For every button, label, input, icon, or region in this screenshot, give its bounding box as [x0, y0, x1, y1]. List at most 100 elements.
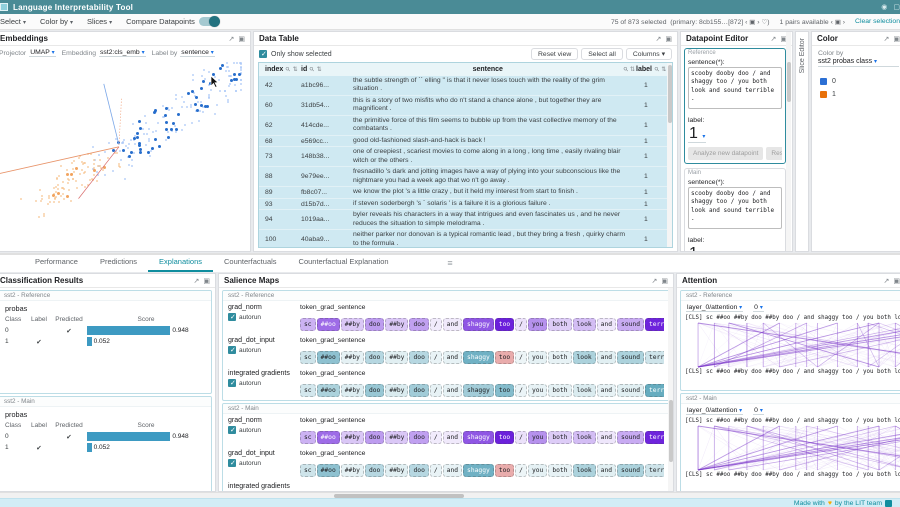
- salience-token-chip[interactable]: and: [443, 431, 462, 444]
- salience-token-chip[interactable]: shaggy: [463, 318, 494, 331]
- salience-token-chip[interactable]: ##by: [341, 464, 364, 477]
- tab-performance[interactable]: Performance: [24, 254, 89, 272]
- salience-token-chip[interactable]: ##by: [341, 351, 364, 364]
- salience-token-chip[interactable]: both: [548, 318, 571, 331]
- color-by-menu[interactable]: Color by ▾: [40, 17, 73, 26]
- salience-token-chip[interactable]: you: [528, 464, 547, 477]
- salience-token-chip[interactable]: doo: [409, 431, 428, 444]
- salience-token-chip[interactable]: and: [597, 318, 616, 331]
- salience-token-chip[interactable]: doo: [409, 464, 428, 477]
- reference-sentence-input[interactable]: scooby dooby doo / and shaggy too / you …: [688, 67, 782, 109]
- salience-token-chip[interactable]: look: [573, 431, 596, 444]
- table-row[interactable]: 941019aa...byler reveals his characters …: [259, 210, 672, 230]
- salience-token-chip[interactable]: sound: [617, 351, 644, 364]
- link-icon[interactable]: ◉: [881, 3, 887, 11]
- salience-token-chip[interactable]: /: [515, 384, 527, 397]
- salience-token-chip[interactable]: doo: [409, 351, 428, 364]
- salience-token-chip[interactable]: doo: [409, 384, 428, 397]
- tab-explanations[interactable]: Explanations: [148, 254, 213, 272]
- head-select[interactable]: 0 ▾: [753, 407, 764, 415]
- salience-token-chip[interactable]: and: [597, 464, 616, 477]
- analyze-new-datapoint-button[interactable]: Analyze new datapoint: [688, 147, 763, 160]
- salience-token-chip[interactable]: both: [548, 351, 571, 364]
- grid-icon[interactable]: ▢: [893, 3, 900, 11]
- salience-token-chip[interactable]: and: [597, 384, 616, 397]
- table-row[interactable]: 62414cde...the primitive force of this f…: [259, 116, 672, 136]
- salience-token-chip[interactable]: too: [495, 464, 514, 477]
- salience-token-chip[interactable]: doo: [365, 431, 384, 444]
- maximize-icon[interactable]: ▣: [661, 277, 668, 285]
- salience-token-chip[interactable]: ##by: [385, 384, 408, 397]
- salience-token-chip[interactable]: ##oo: [317, 431, 340, 444]
- salience-token-chip[interactable]: doo: [365, 464, 384, 477]
- popout-icon[interactable]: ↗: [194, 277, 200, 285]
- reset-button[interactable]: Reset: [766, 147, 782, 160]
- popout-icon[interactable]: ↗: [771, 35, 777, 43]
- autorun-checkbox[interactable]: [228, 426, 236, 434]
- salience-token-chip[interactable]: ##by: [385, 464, 408, 477]
- salience-token-chip[interactable]: /: [515, 431, 527, 444]
- embedding-scatterplot[interactable]: [0, 58, 250, 251]
- bottom-horizontal-scrollbar[interactable]: [0, 492, 900, 498]
- reset-view-button[interactable]: Reset view: [531, 48, 578, 60]
- salience-token-chip[interactable]: too: [495, 384, 514, 397]
- color-by-select[interactable]: sst2 probas class ▾: [818, 58, 899, 67]
- reference-label-select[interactable]: 1 ▾: [688, 125, 706, 143]
- salience-token-chip[interactable]: /: [430, 318, 442, 331]
- salience-token-chip[interactable]: too: [495, 318, 514, 331]
- clear-selection-button[interactable]: Clear selection: [855, 18, 900, 25]
- salience-token-chip[interactable]: /: [515, 464, 527, 477]
- salience-token-chip[interactable]: /: [515, 318, 527, 331]
- salience-token-chip[interactable]: /: [430, 384, 442, 397]
- autorun-checkbox[interactable]: [228, 459, 236, 467]
- search-icon[interactable]: ⚲: [622, 65, 630, 73]
- popout-icon[interactable]: ↗: [229, 35, 235, 43]
- salience-token-chip[interactable]: both: [548, 431, 571, 444]
- table-scrollbar[interactable]: [667, 63, 672, 247]
- prev-datapoint-button[interactable]: ‹: [745, 19, 747, 26]
- salience-token-chip[interactable]: look: [573, 384, 596, 397]
- tab-counterfactuals[interactable]: Counterfactuals: [213, 254, 288, 272]
- salience-token-chip[interactable]: and: [597, 351, 616, 364]
- only-show-selected-checkbox[interactable]: [259, 50, 267, 58]
- salience-token-chip[interactable]: terrible: [645, 431, 664, 444]
- next-datapoint-button[interactable]: ›: [757, 19, 759, 26]
- target-icon[interactable]: ▣: [749, 19, 755, 26]
- salience-token-chip[interactable]: shaggy: [463, 431, 494, 444]
- autorun-checkbox[interactable]: [228, 313, 236, 321]
- maximize-icon[interactable]: ▣: [665, 35, 672, 43]
- salience-token-chip[interactable]: shaggy: [463, 351, 494, 364]
- maximize-icon[interactable]: ▣: [893, 277, 900, 285]
- salience-token-chip[interactable]: terrible: [645, 464, 664, 477]
- salience-token-chip[interactable]: look: [573, 318, 596, 331]
- columns-button[interactable]: Columns ▾: [626, 48, 672, 60]
- salience-token-chip[interactable]: /: [430, 351, 442, 364]
- salience-token-chip[interactable]: doo: [409, 318, 428, 331]
- autorun-checkbox[interactable]: [228, 346, 236, 354]
- salience-token-chip[interactable]: sound: [617, 464, 644, 477]
- main-sentence-input[interactable]: scooby dooby doo / and shaggy too / you …: [688, 187, 782, 229]
- salience-token-chip[interactable]: sc: [300, 318, 316, 331]
- table-row[interactable]: 68e569cc...good old-fashioned slash-and-…: [259, 136, 672, 147]
- tab-predictions[interactable]: Predictions: [89, 254, 148, 272]
- salience-token-chip[interactable]: both: [548, 464, 571, 477]
- salience-token-chip[interactable]: and: [443, 318, 462, 331]
- salience-token-chip[interactable]: doo: [365, 384, 384, 397]
- salience-token-chip[interactable]: look: [573, 464, 596, 477]
- salience-token-chip[interactable]: ##oo: [317, 464, 340, 477]
- salience-token-chip[interactable]: sc: [300, 464, 316, 477]
- salience-token-chip[interactable]: shaggy: [463, 384, 494, 397]
- label-by-select[interactable]: sentence ▾: [180, 49, 215, 57]
- salience-token-chip[interactable]: ##oo: [317, 384, 340, 397]
- salience-token-chip[interactable]: ##by: [385, 431, 408, 444]
- slice-editor-collapsed[interactable]: Slice Editor: [795, 31, 809, 252]
- sort-icon[interactable]: ⇅: [661, 66, 666, 73]
- salience-token-chip[interactable]: shaggy: [463, 464, 494, 477]
- salience-token-chip[interactable]: too: [495, 431, 514, 444]
- maximize-icon[interactable]: ▣: [238, 35, 245, 43]
- salience-token-chip[interactable]: /: [515, 351, 527, 364]
- search-icon[interactable]: ⚲: [308, 65, 316, 73]
- splitter-drag-handle[interactable]: ≡: [447, 258, 452, 268]
- salience-token-chip[interactable]: you: [528, 431, 547, 444]
- salience-token-chip[interactable]: sc: [300, 431, 316, 444]
